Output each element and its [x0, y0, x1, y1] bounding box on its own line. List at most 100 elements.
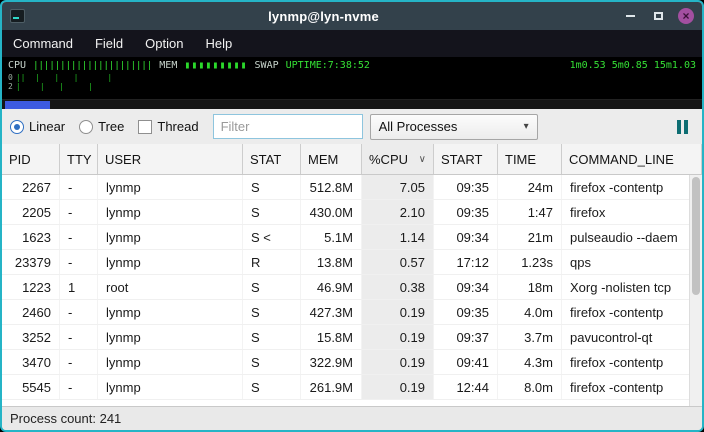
cell-command-line: pavucontrol-qt — [562, 325, 702, 349]
cell-tty: - — [60, 350, 98, 374]
sort-descending-icon: ∨ — [415, 154, 426, 165]
cell-command-line: firefox -contentp — [562, 175, 702, 199]
uptime-text: UPTIME:7:38:52 — [286, 60, 370, 71]
table-row[interactable]: 23379-lynmpR13.8M0.5717:121.23sqps — [2, 250, 702, 275]
cell-time: 1:47 — [498, 200, 562, 224]
cell-command-line: firefox — [562, 200, 702, 224]
col-header-user[interactable]: USER — [98, 144, 243, 174]
checkbox-icon — [138, 120, 152, 134]
cell-command-line: qps — [562, 250, 702, 274]
vertical-scrollbar[interactable] — [689, 175, 702, 406]
maximize-button[interactable] — [650, 8, 666, 24]
cell-user: lynmp — [98, 325, 243, 349]
core0-ticks: || | | | | — [16, 73, 112, 82]
cell-time: 18m — [498, 275, 562, 299]
table-row[interactable]: 12231rootS46.9M0.3809:3418mXorg -noliste… — [2, 275, 702, 300]
cell-mem: 430.0M — [301, 200, 362, 224]
filter-input[interactable] — [213, 114, 363, 139]
swap-label: SWAP — [255, 60, 279, 71]
load-graph-line1: CPU |||||||||||||||||||||| MEM ▮▮▮▮▮▮▮▮▮… — [8, 60, 696, 71]
cpu-bar: |||||||||||||||||||||| — [33, 61, 152, 71]
thread-checkbox[interactable]: Thread — [138, 119, 198, 134]
cell-pid: 3252 — [2, 325, 60, 349]
cell-start: 09:41 — [434, 350, 498, 374]
col-header-tty[interactable]: TTY — [60, 144, 98, 174]
col-header-label: TIME — [505, 152, 536, 167]
cell-user: lynmp — [98, 375, 243, 399]
vertical-scrollbar-thumb[interactable] — [692, 177, 700, 295]
table-row[interactable]: 3470-lynmpS322.9M0.1909:414.3mfirefox -c… — [2, 350, 702, 375]
cell--cpu: 7.05 — [362, 175, 434, 199]
cell--cpu: 0.19 — [362, 350, 434, 374]
table-row[interactable]: 2205-lynmpS430.0M2.1009:351:47firefox — [2, 200, 702, 225]
col-header-pid[interactable]: PID — [2, 144, 60, 174]
graph-scrollbar[interactable] — [2, 99, 702, 109]
cell-mem: 46.9M — [301, 275, 362, 299]
col-header-command-line[interactable]: COMMAND_LINE — [562, 144, 702, 174]
radio-unchecked-icon — [79, 120, 93, 134]
linear-radio-label: Linear — [29, 119, 65, 134]
table-row[interactable]: 1623-lynmpS <5.1M1.1409:3421mpulseaudio … — [2, 225, 702, 250]
window-buttons: × — [622, 8, 694, 24]
cell-tty: - — [60, 300, 98, 324]
cell-user: lynmp — [98, 300, 243, 324]
tree-radio[interactable]: Tree — [79, 119, 124, 134]
cell--cpu: 2.10 — [362, 200, 434, 224]
table-row[interactable]: 2267-lynmpS512.8M7.0509:3524mfirefox -co… — [2, 175, 702, 200]
cell-start: 09:34 — [434, 275, 498, 299]
pause-icon — [677, 120, 681, 134]
col-header--cpu[interactable]: %CPU∨ — [362, 144, 434, 174]
menu-command[interactable]: Command — [2, 30, 84, 57]
process-scope-select[interactable]: All Processes ▾ — [370, 114, 538, 140]
mem-label: MEM — [159, 60, 177, 71]
status-bar: Process count: 241 — [2, 406, 702, 430]
cell-tty: - — [60, 200, 98, 224]
linear-radio[interactable]: Linear — [10, 119, 65, 134]
pause-button[interactable] — [671, 116, 694, 138]
cell-tty: - — [60, 325, 98, 349]
load-graph: CPU |||||||||||||||||||||| MEM ▮▮▮▮▮▮▮▮▮… — [2, 57, 702, 99]
cell-stat: S < — [243, 225, 301, 249]
menu-field[interactable]: Field — [84, 30, 134, 57]
col-header-time[interactable]: TIME — [498, 144, 562, 174]
cell-mem: 322.9M — [301, 350, 362, 374]
cell-start: 09:35 — [434, 175, 498, 199]
close-button[interactable]: × — [678, 8, 694, 24]
col-header-stat[interactable]: STAT — [243, 144, 301, 174]
menu-help[interactable]: Help — [194, 30, 243, 57]
minimize-button[interactable] — [622, 8, 638, 24]
radio-checked-icon — [10, 120, 24, 134]
process-scope-value: All Processes — [379, 119, 516, 134]
cell-user: lynmp — [98, 200, 243, 224]
cell-start: 09:35 — [434, 200, 498, 224]
cell-time: 4.3m — [498, 350, 562, 374]
cell-pid: 1223 — [2, 275, 60, 299]
app-window: lynmp@lyn-nvme × CommandFieldOptionHelp … — [0, 0, 704, 432]
cell-stat: R — [243, 250, 301, 274]
cell-start: 09:35 — [434, 300, 498, 324]
cell-pid: 1623 — [2, 225, 60, 249]
graph-scrollbar-thumb[interactable] — [5, 101, 50, 109]
cell-time: 3.7m — [498, 325, 562, 349]
cell-pid: 2460 — [2, 300, 60, 324]
cell-mem: 5.1M — [301, 225, 362, 249]
cell-time: 21m — [498, 225, 562, 249]
cell-pid: 5545 — [2, 375, 60, 399]
menu-option[interactable]: Option — [134, 30, 194, 57]
cell-pid: 2267 — [2, 175, 60, 199]
cell-start: 09:37 — [434, 325, 498, 349]
cell--cpu: 0.19 — [362, 300, 434, 324]
col-header-label: TTY — [67, 152, 92, 167]
cell-time: 8.0m — [498, 375, 562, 399]
titlebar[interactable]: lynmp@lyn-nvme × — [2, 2, 702, 30]
cell-user: lynmp — [98, 250, 243, 274]
table-body: 2267-lynmpS512.8M7.0509:3524mfirefox -co… — [2, 175, 702, 406]
col-header-mem[interactable]: MEM — [301, 144, 362, 174]
cell--cpu: 0.57 — [362, 250, 434, 274]
table-row[interactable]: 2460-lynmpS427.3M0.1909:354.0mfirefox -c… — [2, 300, 702, 325]
cell-stat: S — [243, 375, 301, 399]
col-header-start[interactable]: START — [434, 144, 498, 174]
col-header-label: USER — [105, 152, 141, 167]
table-row[interactable]: 5545-lynmpS261.9M0.1912:448.0mfirefox -c… — [2, 375, 702, 400]
table-row[interactable]: 3252-lynmpS15.8M0.1909:373.7mpavucontrol… — [2, 325, 702, 350]
